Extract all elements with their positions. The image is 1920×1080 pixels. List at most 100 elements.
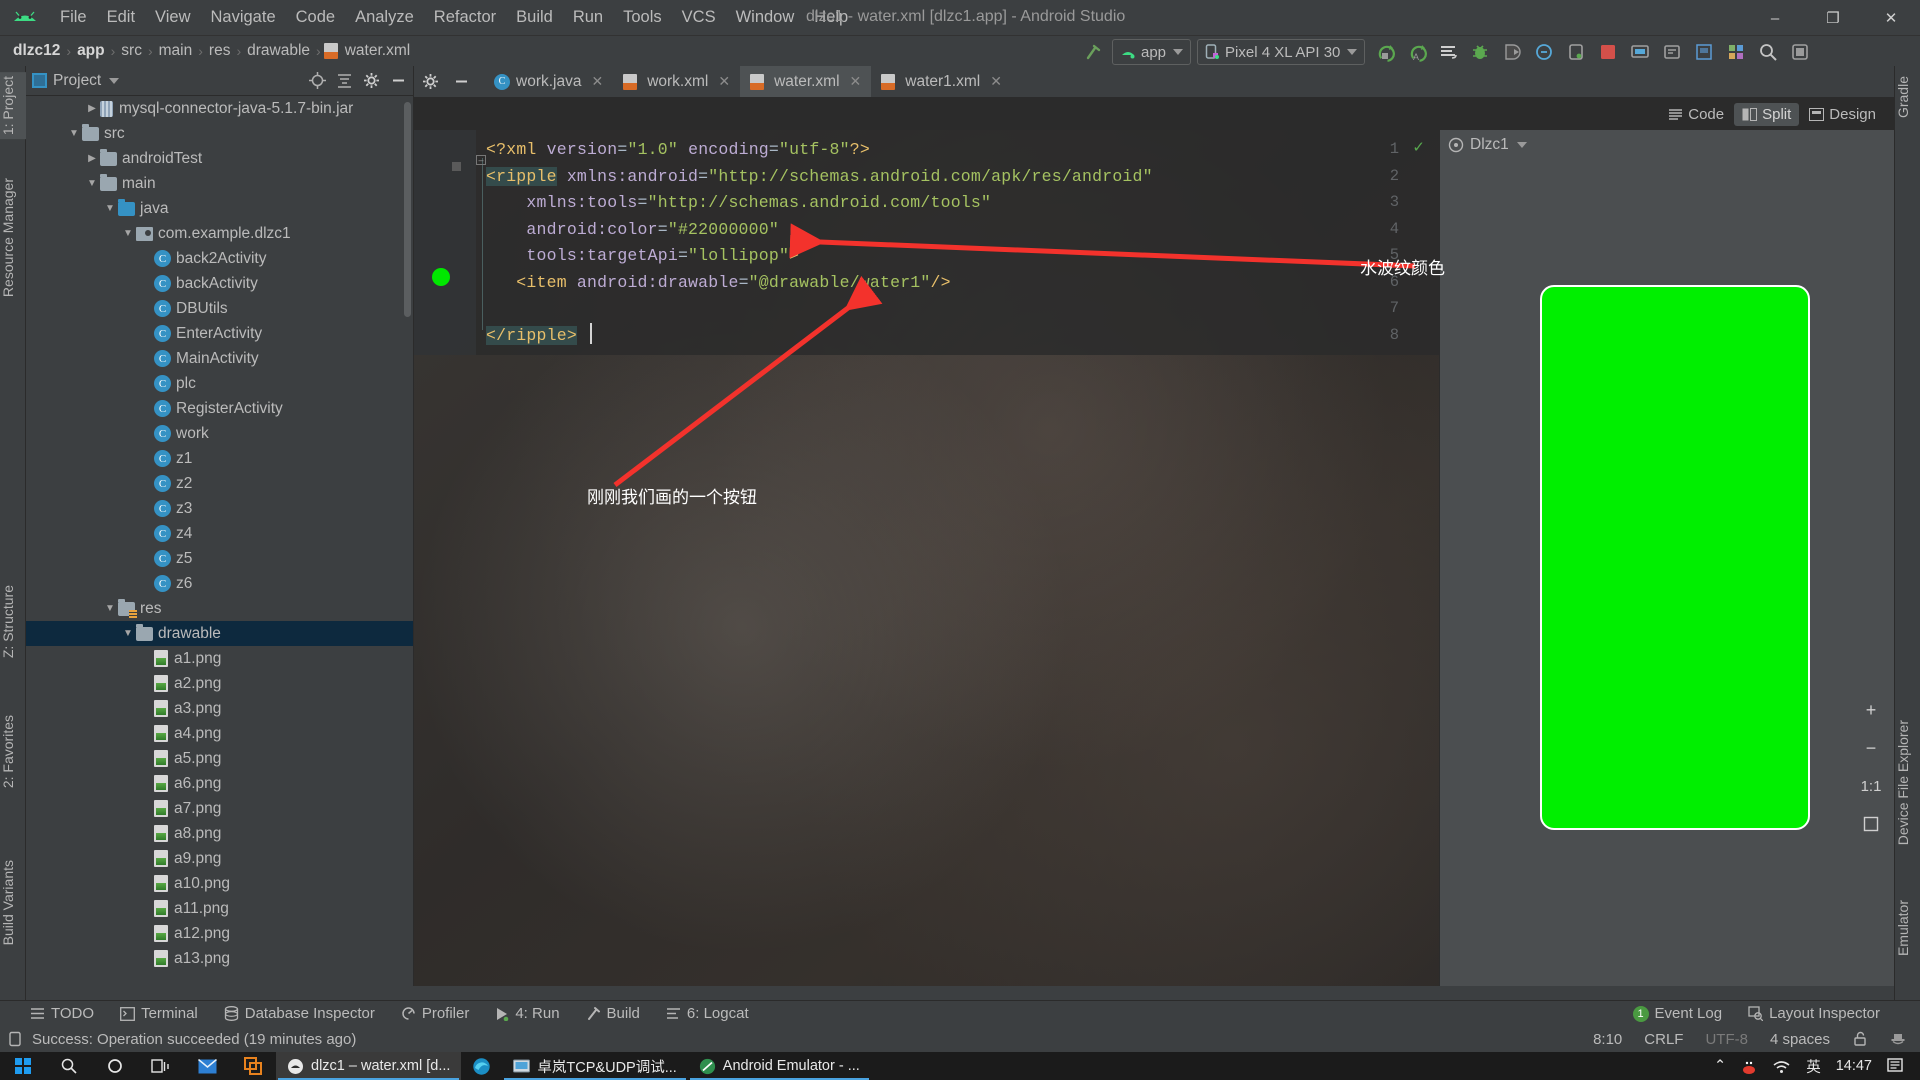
code-line[interactable]: android:color="#22000000" — [486, 220, 779, 239]
view-mode-split[interactable]: Split — [1734, 102, 1800, 126]
tree-item[interactable]: Cplc — [26, 371, 413, 396]
breadcrumb-src[interactable]: src — [118, 42, 145, 60]
profile-icon[interactable] — [1499, 39, 1525, 65]
tree-item[interactable]: ▶ androidTest — [26, 146, 413, 171]
wifi-icon[interactable] — [1772, 1059, 1791, 1074]
code-line[interactable]: <item android:drawable="@drawable/water1… — [486, 273, 951, 292]
tree-item[interactable]: Cz3 — [26, 496, 413, 521]
tree-expand-arrow-icon[interactable]: ▼ — [102, 603, 118, 614]
qq-penguin-icon[interactable] — [1741, 1057, 1757, 1075]
editor-tab[interactable]: work.xml ✕ — [613, 66, 740, 97]
project-tree-scrollbar[interactable] — [404, 102, 411, 317]
tree-item[interactable]: a6.png — [26, 771, 413, 796]
tree-expand-arrow-icon[interactable]: ▼ — [66, 128, 82, 139]
store-icon[interactable] — [230, 1052, 276, 1080]
locate-icon[interactable] — [309, 72, 326, 89]
close-button[interactable]: ✕ — [1862, 0, 1920, 36]
line-separator[interactable]: CRLF — [1644, 1031, 1683, 1048]
indent-setting[interactable]: 4 spaces — [1770, 1031, 1830, 1048]
tree-expand-arrow-icon[interactable]: ▼ — [84, 178, 100, 189]
stop-icon[interactable] — [1595, 39, 1621, 65]
taskbar-app-tcp-udp-tool[interactable]: 卓岚TCP&UDP调试... — [502, 1052, 687, 1080]
tool-window-resource-manager[interactable]: Resource Manager — [0, 174, 26, 301]
device-preview-surface[interactable] — [1540, 285, 1810, 830]
tree-item[interactable]: a2.png — [26, 671, 413, 696]
sdk-manager-icon[interactable] — [1659, 39, 1685, 65]
taskbar-app-android-studio[interactable]: dlzc1 – water.xml [d... — [276, 1052, 462, 1080]
menu-tools[interactable]: Tools — [613, 5, 672, 30]
menu-navigate[interactable]: Navigate — [201, 5, 286, 30]
tree-item[interactable]: a4.png — [26, 721, 413, 746]
ime-indicator[interactable]: 英 — [1806, 1056, 1821, 1077]
view-mode-code[interactable]: Code — [1660, 103, 1732, 126]
apply-changes-icon[interactable] — [1371, 39, 1397, 65]
hide-panel-icon[interactable] — [390, 72, 407, 89]
zoom-actual-size-button[interactable]: 1:1 — [1858, 774, 1884, 798]
tree-expand-arrow-icon[interactable]: ▼ — [120, 628, 136, 639]
breadcrumb-drawable[interactable]: drawable — [244, 42, 313, 60]
notification-icon[interactable] — [1887, 1057, 1906, 1075]
tree-item[interactable]: a8.png — [26, 821, 413, 846]
apply-changes-restart-icon[interactable] — [1435, 39, 1461, 65]
code-line[interactable]: xmlns:tools="http://schemas.android.com/… — [486, 193, 991, 212]
tool-window-device-file-explorer[interactable]: Device File Explorer — [1895, 716, 1920, 849]
tool-window-logcat[interactable]: 6: Logcat — [666, 1005, 749, 1022]
search-icon[interactable] — [1755, 39, 1781, 65]
tree-item[interactable]: ▼ res — [26, 596, 413, 621]
inspection-hat-icon[interactable] — [1890, 1031, 1906, 1047]
collapse-all-icon[interactable] — [336, 72, 353, 89]
tool-window-terminal[interactable]: Terminal — [120, 1005, 198, 1022]
settings-gear-icon[interactable] — [363, 72, 380, 89]
taskbar-search-icon[interactable] — [46, 1052, 92, 1080]
tray-expand-chevron-icon[interactable]: ⌃ — [1714, 1058, 1726, 1074]
tree-item[interactable]: ▶ mysql-connector-java-5.1.7-bin.jar — [26, 96, 413, 121]
taskbar-app-android-emulator[interactable]: Android Emulator - ... — [688, 1052, 871, 1080]
tree-collapse-arrow-icon[interactable]: ▶ — [84, 103, 100, 114]
tool-window-run[interactable]: 4: Run — [495, 1005, 560, 1022]
menu-build[interactable]: Build — [506, 5, 563, 30]
chevron-down-icon[interactable] — [1516, 142, 1527, 148]
zoom-out-icon[interactable]: − — [1858, 736, 1884, 760]
windows-start-icon[interactable] — [0, 1052, 46, 1080]
taskbar-clock[interactable]: 14:47 — [1836, 1058, 1872, 1074]
tool-window-emulator[interactable]: Emulator — [1895, 896, 1920, 960]
tree-item[interactable]: ▼ main — [26, 171, 413, 196]
build-hammer-icon[interactable] — [1080, 39, 1106, 65]
editor-body[interactable]: – ✓ 1 <?xml version="1.0" encoding="utf-8… — [414, 130, 1439, 986]
tool-window-layout-inspector[interactable]: Layout Inspector — [1748, 1005, 1880, 1022]
close-icon[interactable]: ✕ — [718, 73, 730, 90]
zoom-fit-icon[interactable] — [1858, 812, 1884, 836]
tool-window-todo[interactable]: TODO — [30, 1005, 94, 1022]
menu-vcs[interactable]: VCS — [672, 5, 726, 30]
tool-window-gradle[interactable]: Gradle — [1895, 72, 1920, 122]
tool-window-database-inspector[interactable]: Database Inspector — [224, 1005, 375, 1022]
close-icon[interactable]: ✕ — [990, 73, 1002, 90]
breadcrumb-res[interactable]: res — [206, 42, 234, 60]
tree-item[interactable]: a5.png — [26, 746, 413, 771]
caret-position[interactable]: 8:10 — [1593, 1031, 1622, 1048]
settings-gear-icon[interactable] — [1787, 39, 1813, 65]
tool-window-build-variants[interactable]: Build Variants — [0, 856, 26, 949]
mail-icon[interactable] — [184, 1052, 230, 1080]
tree-item[interactable]: Cwork — [26, 421, 413, 446]
tree-expand-arrow-icon[interactable]: ▼ — [102, 203, 118, 214]
tree-item[interactable]: a3.png — [26, 696, 413, 721]
tree-item[interactable]: Cz4 — [26, 521, 413, 546]
tree-item[interactable]: a7.png — [26, 796, 413, 821]
tree-item[interactable]: Cz5 — [26, 546, 413, 571]
tree-item[interactable]: C MainActivity — [26, 346, 413, 371]
editor-tab[interactable]: water1.xml ✕ — [871, 66, 1012, 97]
code-line[interactable]: <?xml version="1.0" encoding="utf-8"?> — [486, 140, 870, 159]
tree-item[interactable]: ▼ com.example.dlzc1 — [26, 221, 413, 246]
menu-edit[interactable]: Edit — [97, 5, 145, 30]
tree-item[interactable]: a11.png — [26, 896, 413, 921]
breadcrumb-project[interactable]: dlzc12 — [10, 42, 63, 60]
task-view-icon[interactable] — [138, 1052, 184, 1080]
close-icon[interactable]: ✕ — [850, 73, 862, 90]
code-line[interactable]: tools:targetApi="lollipop"> — [486, 246, 799, 265]
menu-window[interactable]: Window — [726, 5, 805, 30]
chevron-down-icon[interactable] — [109, 77, 120, 84]
device-file-explorer-icon[interactable] — [1563, 39, 1589, 65]
menu-run[interactable]: Run — [563, 5, 613, 30]
unlocked-icon[interactable] — [1852, 1031, 1868, 1047]
